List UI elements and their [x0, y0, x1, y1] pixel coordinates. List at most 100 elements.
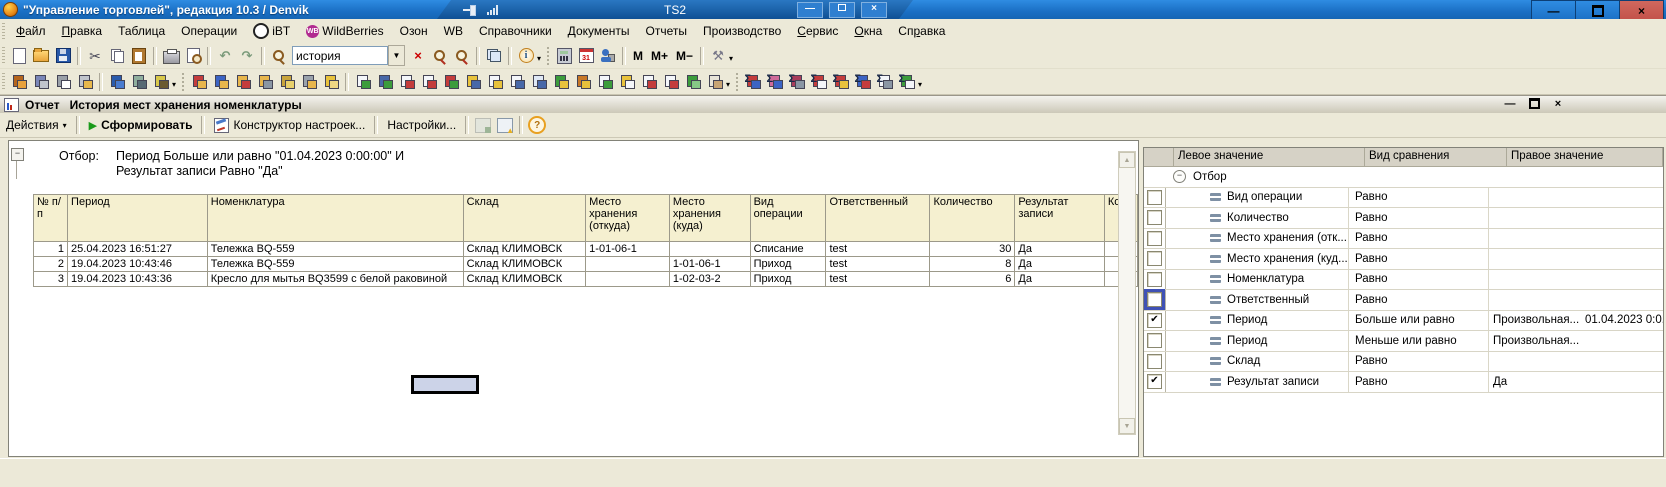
customer-cart-red-icon[interactable]: [188, 71, 210, 92]
money-customer-icon[interactable]: [232, 71, 254, 92]
filter-field-label[interactable]: Период: [1227, 335, 1267, 347]
filter-condition-row[interactable]: Место хранения (куд...Равно: [1144, 249, 1663, 270]
cut-button[interactable]: ✂: [84, 45, 106, 66]
menu-item-wb[interactable]: WB: [436, 22, 471, 40]
print-document-icon[interactable]: [52, 71, 74, 92]
sum-person-red-icon[interactable]: Σ: [742, 71, 764, 92]
filter-field-label[interactable]: Ответственный: [1227, 294, 1309, 306]
sum-cube-blue-icon[interactable]: Σ: [852, 71, 874, 92]
sum-person-pink-icon[interactable]: Σ: [764, 71, 786, 92]
toolbar-group-caret[interactable]: ▾: [172, 80, 176, 89]
info-button[interactable]: i: [515, 45, 537, 66]
settings-button[interactable]: Настройки...: [381, 118, 462, 132]
print-table-icon[interactable]: [30, 71, 52, 92]
filter-condition-row[interactable]: Вид операцииРавно: [1144, 188, 1663, 209]
find-previous-button[interactable]: [451, 45, 473, 66]
menu-item-справочники[interactable]: Справочники: [471, 22, 560, 40]
help-button[interactable]: ?: [526, 115, 548, 136]
comparison-type[interactable]: Равно: [1349, 352, 1489, 372]
menubar-drag-handle[interactable]: [2, 23, 5, 40]
filter-condition-row[interactable]: ПериодМеньше или равноПроизвольная...: [1144, 331, 1663, 352]
toolbar-group-caret[interactable]: ▾: [726, 80, 730, 89]
sum-doc-lines-icon[interactable]: Σ: [874, 71, 896, 92]
coins-turnover-icon[interactable]: [462, 71, 484, 92]
partners-icon[interactable]: [106, 71, 128, 92]
doc-arrow-red-icon[interactable]: [418, 71, 440, 92]
rdp-close-button[interactable]: ×: [861, 2, 887, 18]
report-close-button[interactable]: ×: [1550, 98, 1566, 112]
customer-cart-blue-icon[interactable]: [210, 71, 232, 92]
comparison-type[interactable]: Равно: [1349, 208, 1489, 228]
copy-button[interactable]: [106, 45, 128, 66]
paste-button[interactable]: [128, 45, 150, 66]
filter-checkbox[interactable]: [1147, 292, 1162, 307]
table-row[interactable]: 125.04.2023 16:51:27Тележка BQ-559Склад …: [34, 242, 1138, 257]
doc-person-red-icon[interactable]: [660, 71, 682, 92]
toolbar-group-caret[interactable]: ▾: [918, 80, 922, 89]
box-arrow-green-icon[interactable]: [440, 71, 462, 92]
search-dropdown-button[interactable]: ▼: [388, 45, 405, 66]
archive-cabinet-icon[interactable]: [8, 71, 30, 92]
filter-field-label[interactable]: Результат записи: [1227, 376, 1319, 388]
comparison-type[interactable]: Равно: [1349, 372, 1489, 392]
doc-person-out-icon[interactable]: [396, 71, 418, 92]
table-cell[interactable]: 1-02-03-2: [669, 272, 750, 287]
table-cell[interactable]: Да: [1015, 257, 1104, 272]
filter-checkbox[interactable]: ✔: [1147, 374, 1162, 389]
filter-field-label[interactable]: Вид операции: [1227, 191, 1302, 203]
money-plus-icon[interactable]: [550, 71, 572, 92]
table-cell[interactable]: 6: [930, 272, 1015, 287]
filter-checkbox[interactable]: ✔: [1147, 313, 1162, 328]
filter-field-label[interactable]: Место хранения (куд...: [1227, 253, 1348, 265]
comparison-type[interactable]: Равно: [1349, 249, 1489, 269]
tree-structure-icon[interactable]: [682, 71, 704, 92]
service-dropdown-caret[interactable]: ▾: [729, 54, 733, 63]
table-row[interactable]: 219.04.2023 10:43:46Тележка BQ-559Склад …: [34, 257, 1138, 272]
new-document-button[interactable]: [8, 45, 30, 66]
collapse-icon[interactable]: −: [1173, 170, 1186, 183]
print-form-icon[interactable]: [74, 71, 96, 92]
table-cell[interactable]: Склад КЛИМОВСК: [463, 272, 586, 287]
filter-field-label[interactable]: Склад: [1227, 355, 1260, 367]
memory-button[interactable]: М: [629, 49, 647, 63]
table-cell[interactable]: Да: [1015, 242, 1104, 257]
sum-person-dark-icon[interactable]: Σ: [786, 71, 808, 92]
table-cell[interactable]: 1-01-06-1: [669, 257, 750, 272]
menu-item-документы[interactable]: Документы: [560, 22, 638, 40]
doc-money-blue-icon[interactable]: [506, 71, 528, 92]
filter-checkbox[interactable]: [1147, 333, 1162, 348]
redo-button[interactable]: ↷: [236, 45, 258, 66]
filter-field-label[interactable]: Место хранения (отк...: [1227, 232, 1347, 244]
menu-item-справка[interactable]: Справка: [890, 22, 953, 40]
right-value[interactable]: Да: [1489, 376, 1581, 388]
menu-item-таблица[interactable]: Таблица: [110, 22, 173, 40]
find-next-button[interactable]: [429, 45, 451, 66]
doc-check-money-icon[interactable]: [594, 71, 616, 92]
table-cell[interactable]: Склад КЛИМОВСК: [463, 257, 586, 272]
filter-condition-row[interactable]: КоличествоРавно: [1144, 208, 1663, 229]
menu-item-операции[interactable]: Операции: [173, 22, 245, 40]
restore-settings-button[interactable]: [494, 115, 516, 136]
menu-item-файл[interactable]: Файл: [8, 22, 54, 40]
duplicate-window-button[interactable]: [483, 45, 505, 66]
save-button[interactable]: [52, 45, 74, 66]
table-cell[interactable]: Да: [1015, 272, 1104, 287]
filter-condition-row[interactable]: ✔ Результат записи РавноДа: [1144, 372, 1663, 393]
doc-person-in-icon[interactable]: [352, 71, 374, 92]
filter-condition-row[interactable]: ✔ПериодБольше или равноПроизвольная...01…: [1144, 311, 1663, 332]
calendar-button[interactable]: 31: [575, 45, 597, 66]
scroll-up-button[interactable]: ▲: [1119, 152, 1135, 168]
fiscal-device-icon[interactable]: [150, 71, 172, 92]
report-vertical-scrollbar[interactable]: ▲ ▼: [1118, 151, 1136, 435]
comparison-type[interactable]: Больше или равно: [1349, 311, 1489, 331]
info-dropdown-caret[interactable]: ▾: [537, 54, 541, 63]
clear-search-button[interactable]: ×: [407, 45, 429, 66]
warehouse-gray-icon[interactable]: [298, 71, 320, 92]
doc-percent-icon[interactable]: [638, 71, 660, 92]
filter-checkbox[interactable]: [1147, 272, 1162, 287]
table-cell[interactable]: [586, 272, 670, 287]
table-cell[interactable]: 2: [34, 257, 68, 272]
toolbar1-drag-handle[interactable]: [2, 47, 5, 65]
doc-exchange-icon[interactable]: [528, 71, 550, 92]
menu-item-озон[interactable]: Озон: [392, 22, 436, 40]
